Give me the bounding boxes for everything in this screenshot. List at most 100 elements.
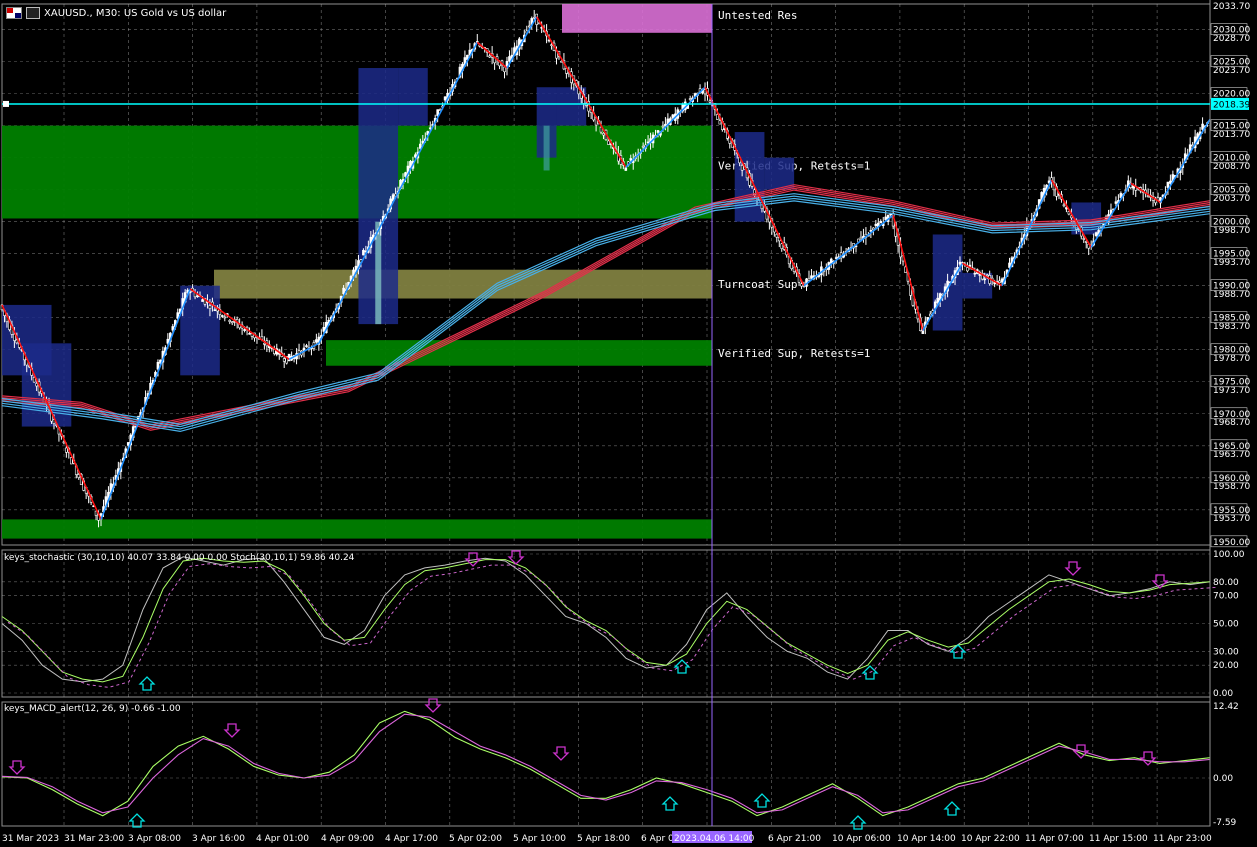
candle-body	[272, 349, 276, 354]
candle-body	[550, 44, 553, 46]
candle-body	[641, 145, 645, 148]
price-tick-label: 1950.00	[1213, 538, 1250, 548]
candle-body	[508, 56, 511, 62]
zigzag-segment	[892, 215, 924, 331]
stoch-title: keys_stochastic (30,10,10) 40.07 33.84 0…	[4, 553, 355, 563]
macd-tick-label: 12.42	[1213, 702, 1239, 712]
arrow-up-icon	[849, 815, 867, 830]
zone-label: Verified Sup, Retests=1	[718, 347, 870, 360]
candle-body	[287, 353, 291, 362]
candle-body	[282, 358, 286, 362]
candle-body	[305, 345, 308, 347]
time-tick-label: 10 Apr 22:00	[961, 834, 1020, 844]
price-tick-label: 1973.70	[1213, 386, 1250, 396]
time-tick-label: 31 Mar 23:00	[64, 834, 124, 844]
candle-body	[322, 327, 326, 332]
candle-body	[1201, 123, 1204, 130]
candle-body	[428, 127, 432, 130]
candle-body	[65, 447, 68, 453]
chart-title: XAUUSD., M30: US Gold vs US dollar	[44, 7, 227, 19]
candle-body	[834, 257, 838, 259]
time-tick-label: 5 Apr 02:00	[449, 834, 502, 844]
price-tick-label: 2028.70	[1213, 34, 1250, 44]
candle-body	[1062, 204, 1066, 207]
candle-body	[624, 167, 628, 171]
arrow-up-icon	[661, 796, 679, 811]
candle-body	[602, 133, 605, 136]
time-tick-label: 11 Apr 07:00	[1025, 834, 1084, 844]
time-tick-label: 3 Apr 08:00	[128, 834, 181, 844]
candle-body	[983, 278, 987, 281]
arrow-up-icon	[138, 676, 156, 691]
chart-type-icon[interactable]	[26, 7, 40, 19]
candle-body	[688, 98, 692, 100]
arrow-down-icon	[8, 760, 26, 775]
main-price-chart[interactable]: Untested Res Verified Sup, Retests=1 Turnc…	[0, 0, 1257, 847]
candle-body	[646, 141, 650, 144]
candle-body	[35, 383, 38, 387]
candle-body	[1114, 201, 1118, 204]
candle-body	[263, 342, 266, 345]
candle-body	[196, 295, 199, 298]
zone-rect	[214, 269, 712, 299]
candle-body	[936, 297, 940, 303]
candle-body	[985, 274, 989, 277]
stoch-series-line	[1, 557, 1211, 683]
zones-layer: Untested Res Verified Sup, Retests=1 Turnc…	[2, 4, 1102, 539]
pattern-box	[398, 68, 428, 126]
arrow-up-icon	[673, 659, 691, 674]
pattern-box	[764, 157, 795, 190]
chart-header: XAUUSD., M30: US Gold vs US dollar	[6, 6, 226, 20]
arrow-down-icon	[552, 746, 570, 761]
time-tick-label: 4 Apr 09:00	[321, 834, 374, 844]
candle-body	[228, 319, 232, 322]
price-tick-label: 1953.70	[1213, 514, 1250, 524]
candle-body	[716, 114, 719, 120]
time-tick-label: 6 Apr 21:00	[768, 834, 821, 844]
stoch-tick-label: 100.00	[1213, 550, 1245, 560]
time-tick-label: 2023.04.06 14:00	[674, 834, 755, 844]
candle-body	[1082, 238, 1086, 240]
candle-body	[171, 326, 175, 331]
candle-body	[998, 280, 1001, 283]
stoch-tick-label: 30.00	[1213, 647, 1239, 657]
zone-label: Untested Res	[718, 9, 797, 22]
candle-body	[342, 287, 345, 294]
price-tick-label: 2008.70	[1213, 162, 1250, 172]
stoch-tick-label: 20.00	[1213, 661, 1239, 671]
candle-body	[874, 223, 878, 227]
candle-body	[656, 130, 660, 133]
flag-icon	[6, 7, 22, 19]
candle-body	[1000, 278, 1004, 283]
candle-body	[966, 267, 969, 272]
candle-body	[13, 333, 16, 341]
time-tick-label: 5 Apr 18:00	[577, 834, 630, 844]
arrow-down-icon	[424, 698, 442, 713]
candle-body	[973, 272, 977, 275]
candle-body	[488, 55, 491, 58]
time-tick-label: 11 Apr 23:00	[1153, 834, 1212, 844]
macd-panel: 12.42 0.00 -7.59	[1, 698, 1239, 830]
candle-body	[775, 234, 779, 238]
time-tick-label: 5 Apr 10:00	[513, 834, 566, 844]
current-price-label: 2018.39	[1213, 100, 1250, 110]
stoch-tick-label: 50.00	[1213, 620, 1239, 630]
stoch-tick-label: 70.00	[1213, 592, 1239, 602]
price-tick-label: 1978.70	[1213, 354, 1250, 364]
price-tick-label: 1983.70	[1213, 322, 1250, 332]
candle-body	[958, 261, 962, 265]
candle-body	[780, 243, 784, 249]
time-tick-label: 11 Apr 15:00	[1089, 834, 1148, 844]
price-tick-label: 1968.70	[1213, 418, 1250, 428]
stoch-tick-label: 80.00	[1213, 578, 1239, 588]
candle-body	[560, 60, 563, 63]
candle-body	[414, 154, 417, 158]
candle-body	[70, 457, 73, 465]
candle-body	[208, 305, 212, 309]
candle-body	[315, 339, 318, 343]
zone-rect	[2, 519, 712, 539]
zigzag-segment	[803, 214, 894, 287]
bid-handle	[3, 100, 9, 107]
candle-body	[740, 165, 744, 171]
stoch-signal-line	[7, 563, 1217, 688]
